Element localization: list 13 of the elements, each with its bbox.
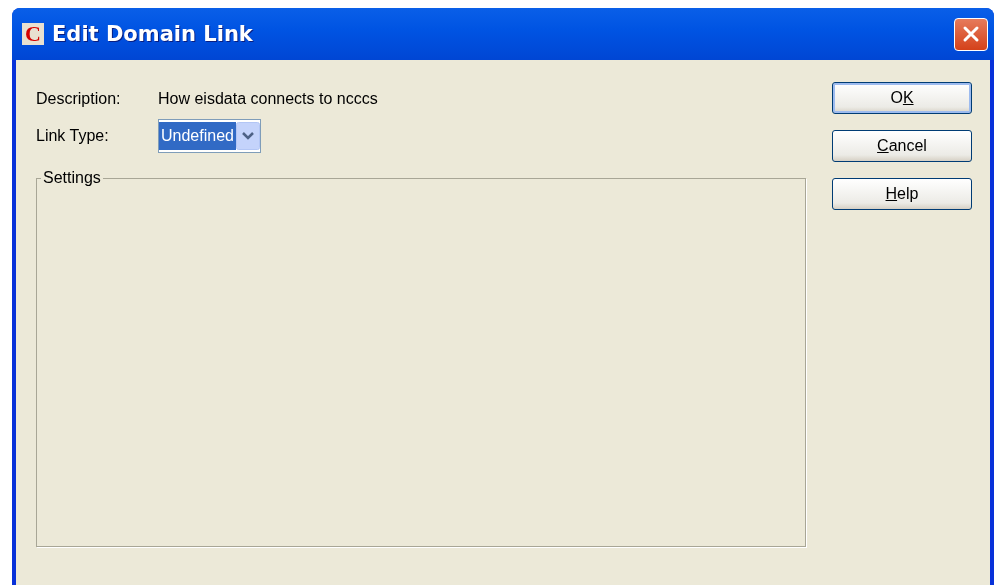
field-label: Description:	[36, 89, 122, 108]
close-button[interactable]	[954, 17, 988, 51]
close-icon	[961, 24, 981, 44]
app-icon: C	[22, 23, 44, 45]
group-title: Settings	[42, 169, 102, 187]
dialog-button[interactable]: OK	[832, 82, 972, 114]
field-label: Link Type:	[36, 126, 110, 145]
description-value: How eisdata connects to ncccs	[158, 89, 378, 108]
dialog-button[interactable]: Help	[832, 178, 972, 210]
dialog-button[interactable]: Cancel	[832, 130, 972, 162]
dropdown-value: Undefined	[159, 121, 236, 150]
window-title: Edit Domain Link	[52, 22, 254, 46]
link-type-dropdown[interactable]: Undefined	[158, 118, 261, 153]
